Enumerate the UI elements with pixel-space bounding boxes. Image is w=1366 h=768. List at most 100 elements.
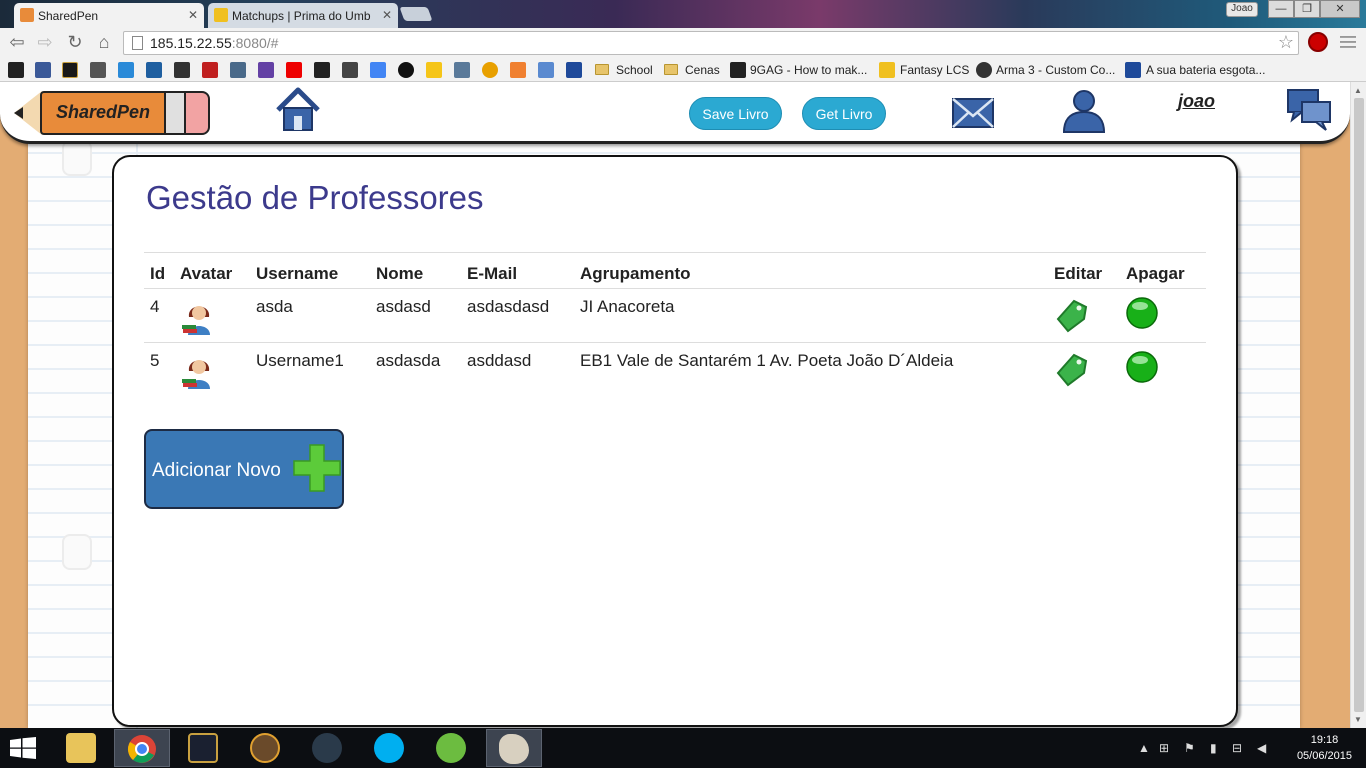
bookmark-h-icon[interactable] xyxy=(146,62,162,78)
steam-taskbar-app[interactable] xyxy=(300,729,356,767)
bookmark-9gag[interactable]: 9GAG - How to mak... xyxy=(750,63,867,77)
page-scrollbar[interactable]: ▲ ▼ xyxy=(1350,82,1366,728)
hearthstone-taskbar-app[interactable] xyxy=(238,729,294,767)
bookmarks-bar: School Cenas 9GAG - How to mak... Fantas… xyxy=(0,58,1366,82)
tray-overflow-icon[interactable]: ▲ xyxy=(1138,741,1150,755)
home-nav-icon[interactable] xyxy=(274,86,322,134)
restore-button[interactable]: ❐ xyxy=(1294,0,1320,18)
utorrent-icon xyxy=(436,733,466,763)
notebook-ring xyxy=(62,140,92,176)
utorrent-taskbar-app[interactable] xyxy=(424,729,480,767)
taskbar-clock[interactable]: 19:18 05/06/2015 xyxy=(1297,732,1352,764)
skype-icon xyxy=(374,733,404,763)
bookmark-p-icon[interactable] xyxy=(566,62,582,78)
scroll-up-icon[interactable]: ▲ xyxy=(1354,86,1362,95)
delete-green-ball-icon[interactable] xyxy=(1126,351,1160,385)
skype-taskbar-app[interactable] xyxy=(362,729,418,767)
9gag-icon xyxy=(730,62,746,78)
bookmark-youtube-icon[interactable] xyxy=(286,62,302,78)
home-icon[interactable]: ⌂ xyxy=(93,32,115,53)
bookmark-bars-icon[interactable] xyxy=(174,62,190,78)
cell-nome: asdasda xyxy=(376,351,441,370)
profile-chip[interactable]: Joao xyxy=(1226,2,1258,17)
clock-date: 05/06/2015 xyxy=(1296,750,1352,762)
col-agrupamento: Agrupamento xyxy=(574,252,1048,289)
tray-network-icon[interactable]: ⊟ xyxy=(1232,741,1242,755)
bookmark-arma3[interactable]: Arma 3 - Custom Co... xyxy=(996,63,1115,77)
tab-close-icon[interactable]: ✕ xyxy=(382,8,392,22)
delete-green-ball-icon[interactable] xyxy=(1126,297,1160,331)
notebook-ring xyxy=(62,534,92,570)
bookmark-twitch-icon[interactable] xyxy=(258,62,274,78)
tray-battery-icon[interactable]: ▮ xyxy=(1210,741,1217,755)
tray-volume-icon[interactable]: ◀ xyxy=(1257,741,1266,755)
tab-sharedpen[interactable]: SharedPen ✕ xyxy=(14,3,204,28)
mail-envelope-icon[interactable] xyxy=(950,94,996,132)
bookmark-rs-icon[interactable] xyxy=(90,62,106,78)
address-bar[interactable]: 185.15.22.55:8080/# ☆ xyxy=(123,31,1299,55)
cell-id: 4 xyxy=(144,288,174,343)
window-close-button[interactable]: ✕ xyxy=(1320,0,1360,18)
add-new-button[interactable]: Adicionar Novo xyxy=(144,429,344,509)
scroll-down-icon[interactable]: ▼ xyxy=(1354,715,1362,724)
hearthstone-icon xyxy=(250,733,280,763)
chat-bubbles-icon[interactable] xyxy=(1286,88,1334,132)
tray-windows-icon[interactable]: ⊞ xyxy=(1159,741,1169,755)
bookmark-atom-icon[interactable] xyxy=(538,62,554,78)
cell-agrupamento: EB1 Vale de Santarém 1 Av. Poeta João D´… xyxy=(580,351,954,370)
bookmark-google-icon[interactable] xyxy=(370,62,386,78)
save-livro-button[interactable]: Save Livro xyxy=(689,97,782,130)
bookmark-fantasy-lcs[interactable]: Fantasy LCS xyxy=(900,63,969,77)
explorer-taskbar-app[interactable] xyxy=(54,729,110,767)
cell-apagar xyxy=(1120,343,1206,397)
bookmark-star-icon[interactable]: ☆ xyxy=(1278,32,1294,53)
bookmark-v-icon[interactable] xyxy=(118,62,134,78)
reload-icon[interactable]: ↻ xyxy=(64,32,86,53)
forward-arrow-icon[interactable]: ⇨ xyxy=(34,32,56,53)
bookmark-b-icon[interactable] xyxy=(8,62,24,78)
table-header-row: Id Avatar Username Nome E-Mail Agrupamen… xyxy=(144,252,1206,289)
pencil-band xyxy=(164,91,186,135)
get-livro-button[interactable]: Get Livro xyxy=(802,97,886,130)
folder-icon xyxy=(66,733,96,763)
chrome-taskbar-app[interactable] xyxy=(114,729,170,767)
league-taskbar-app[interactable] xyxy=(176,729,232,767)
folder-icon xyxy=(664,64,678,75)
logo-text: SharedPen xyxy=(56,102,151,122)
new-tab-button[interactable] xyxy=(399,7,433,21)
tray-flag-icon[interactable]: ⚑ xyxy=(1184,741,1195,755)
scroll-thumb[interactable] xyxy=(1354,98,1364,712)
edit-tag-icon[interactable] xyxy=(1054,351,1090,387)
browser-toolbar: ⇦ ⇨ ↻ ⌂ 185.15.22.55:8080/# ☆ xyxy=(0,28,1366,58)
bookmark-cenas[interactable]: Cenas xyxy=(685,63,720,77)
bookmark-2-icon[interactable] xyxy=(202,62,218,78)
tab-close-icon[interactable]: ✕ xyxy=(188,8,198,22)
bookmark-g-icon[interactable] xyxy=(482,62,498,78)
adblock-extension-icon[interactable] xyxy=(1308,32,1328,52)
bookmark-s-icon[interactable] xyxy=(314,62,330,78)
tab-matchups[interactable]: Matchups | Prima do Umb ✕ xyxy=(208,3,398,28)
folder-icon xyxy=(595,64,609,75)
bookmark-eye-icon[interactable] xyxy=(398,62,414,78)
user-profile-icon[interactable] xyxy=(1060,88,1108,134)
bookmark-blue-icon[interactable] xyxy=(230,62,246,78)
col-avatar: Avatar xyxy=(174,252,250,289)
edit-tag-icon[interactable] xyxy=(1054,297,1090,333)
minimize-button[interactable]: — xyxy=(1268,0,1294,18)
chrome-menu-icon[interactable]: — — — xyxy=(1340,29,1356,55)
bookmark-car-icon[interactable] xyxy=(342,62,358,78)
bookmark-bateria[interactable]: A sua bateria esgota... xyxy=(1146,63,1265,77)
bookmark-league-icon[interactable] xyxy=(62,62,78,78)
windows-start-icon[interactable] xyxy=(10,737,36,759)
bookmark-t-icon[interactable] xyxy=(454,62,470,78)
bookmark-school[interactable]: School xyxy=(616,63,653,77)
page-icon xyxy=(132,36,143,50)
bookmark-facebook-icon[interactable] xyxy=(35,62,51,78)
back-arrow-icon[interactable]: ⇦ xyxy=(6,32,28,53)
sharedpen-logo[interactable]: SharedPen xyxy=(14,89,210,137)
bookmark-imdb-icon[interactable] xyxy=(426,62,442,78)
bookmark-chat-icon[interactable] xyxy=(510,62,526,78)
logged-user-name[interactable]: joao xyxy=(1178,91,1215,112)
paint-taskbar-app[interactable] xyxy=(486,729,542,767)
teachers-table: Id Avatar Username Nome E-Mail Agrupamen… xyxy=(144,252,1206,396)
